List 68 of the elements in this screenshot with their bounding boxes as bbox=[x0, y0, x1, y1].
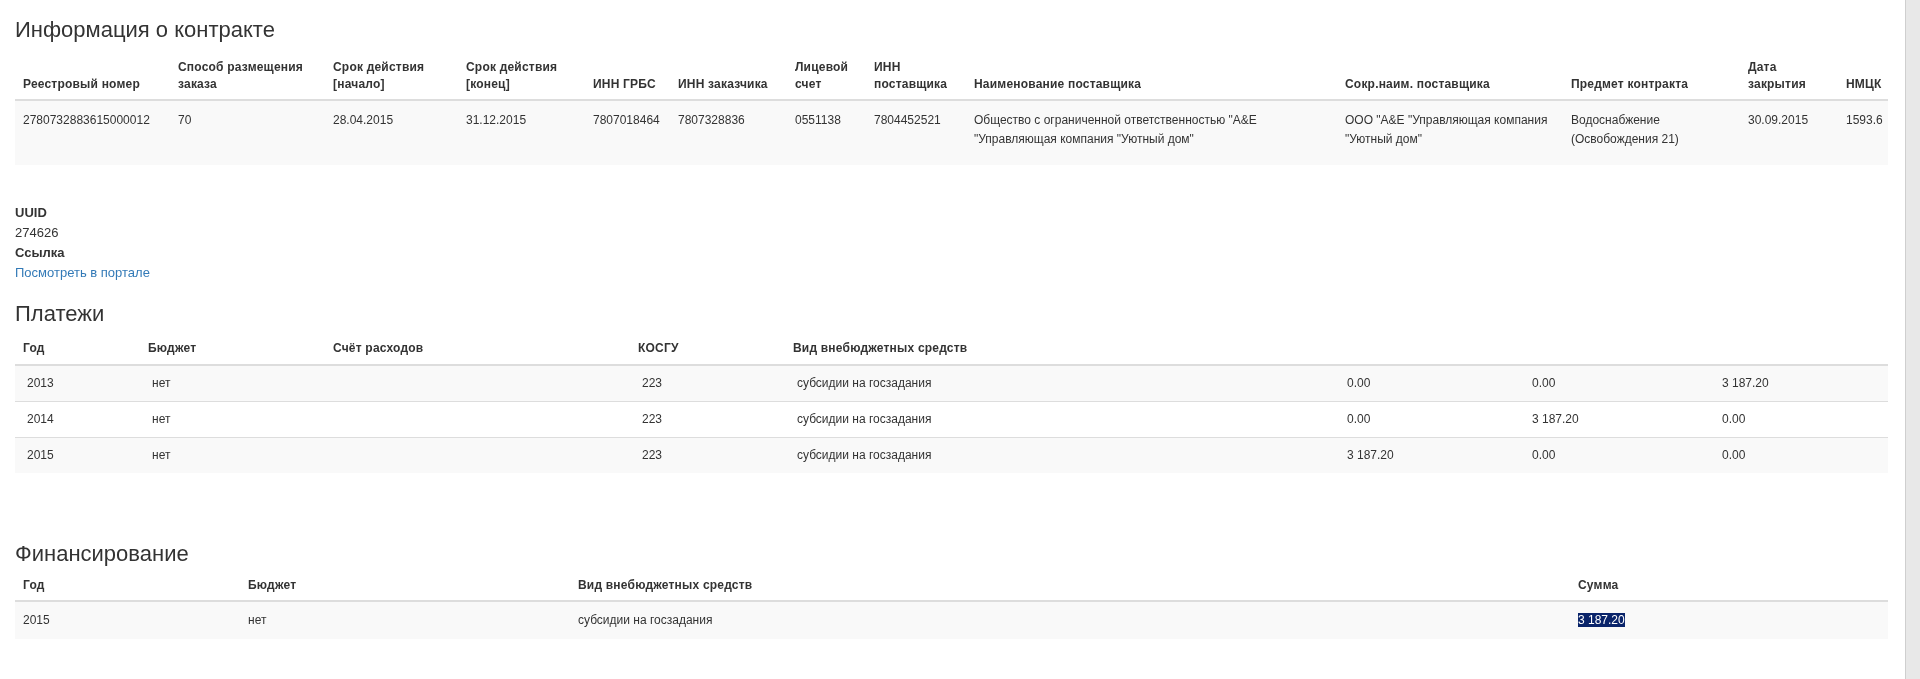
column-header: Дата закрытия bbox=[1748, 60, 1806, 91]
table-cell: нет bbox=[152, 448, 171, 462]
section-title: Финансирование bbox=[15, 541, 189, 567]
table-cell: субсидии на госзадания bbox=[797, 448, 932, 462]
table-cell: 7804452521 bbox=[874, 113, 941, 127]
table-cell: 0551138 bbox=[795, 113, 841, 127]
table-cell: 70 bbox=[178, 113, 192, 127]
table-cell: 7807018464 bbox=[593, 113, 660, 127]
table-cell: 0.00 bbox=[1532, 448, 1556, 462]
table-cell: 0.00 bbox=[1722, 412, 1746, 426]
table-cell: 223 bbox=[642, 448, 663, 462]
table-cell: 0.00 bbox=[1347, 412, 1371, 426]
column-header: Год bbox=[23, 578, 45, 592]
column-header: Сумма bbox=[1578, 578, 1619, 592]
table-cell: Водоснабжение (Освобождения 21) bbox=[1571, 113, 1679, 146]
table-cell: 3 187.20 bbox=[1578, 613, 1625, 627]
table-cell: нет bbox=[152, 376, 171, 390]
column-header: Способ размещения заказа bbox=[178, 60, 304, 91]
column-header: Бюджет bbox=[148, 341, 197, 355]
column-header: Наименование поставщика bbox=[974, 77, 1142, 91]
column-header: Срок действия [конец] bbox=[466, 60, 558, 91]
column-header: Лицевой счет bbox=[795, 60, 849, 91]
table-cell: Общество с ограниченной ответственностью "А&E "Управляющая компания "Уютный дом" bbox=[974, 113, 1257, 146]
table-cell: 3 187.20 bbox=[1347, 448, 1394, 462]
column-header: Срок действия [начало] bbox=[333, 60, 425, 91]
table-cell: 2013 bbox=[27, 376, 54, 390]
section-title: Платежи bbox=[15, 301, 105, 327]
table-cell: 2014 bbox=[27, 412, 54, 426]
column-header: Счёт расходов bbox=[333, 341, 424, 355]
table-cell: 223 bbox=[642, 412, 663, 426]
column-header: ИНН ГРБС bbox=[593, 77, 656, 91]
table-cell: 223 bbox=[642, 376, 663, 390]
section-title: Информация о контракте bbox=[15, 17, 275, 43]
table-cell: 7807328836 bbox=[678, 113, 745, 127]
table-cell: субсидии на госзадания bbox=[578, 613, 713, 627]
table-cell: субсидии на госзадания bbox=[797, 376, 932, 390]
table-cell: 28.04.2015 bbox=[333, 113, 394, 127]
column-header: Сокр.наим. поставщика bbox=[1345, 77, 1490, 91]
table-cell: 0.00 bbox=[1532, 376, 1556, 390]
table-cell: 0.00 bbox=[1347, 376, 1371, 390]
column-header: ИНН заказчика bbox=[678, 77, 768, 91]
table-cell: 31.12.2015 bbox=[466, 113, 527, 127]
field-label: Ссылка bbox=[15, 244, 65, 262]
column-header: Предмет контракта bbox=[1571, 77, 1689, 91]
table-cell: нет bbox=[248, 613, 267, 627]
column-header: КОСГУ bbox=[638, 341, 679, 355]
column-header: НМЦК bbox=[1846, 77, 1882, 91]
column-header: Год bbox=[23, 341, 45, 355]
column-header: Вид внебюджетных средств bbox=[793, 341, 968, 355]
scrollbar[interactable] bbox=[1905, 0, 1920, 679]
table-cell: 30.09.2015 bbox=[1748, 113, 1809, 127]
column-header: Бюджет bbox=[248, 578, 297, 592]
table-cell: 2015 bbox=[27, 448, 54, 462]
column-header: ИНН поставщика bbox=[874, 60, 948, 91]
table-cell: 2780732883615000012 bbox=[23, 113, 150, 127]
table-cell: 3 187.20 bbox=[1722, 376, 1769, 390]
column-header: Реестровый номер bbox=[23, 77, 140, 91]
table-cell: ООО "А&E "Управляющая компания "Уютный дом" bbox=[1345, 113, 1548, 146]
field-value: 274626 bbox=[15, 224, 59, 242]
table-cell: 0.00 bbox=[1722, 448, 1746, 462]
table-cell: 2015 bbox=[23, 613, 50, 627]
table-cell: 3 187.20 bbox=[1532, 412, 1579, 426]
table-cell: 1593.6 bbox=[1846, 113, 1883, 127]
portal-link[interactable]: Посмотреть в портале bbox=[15, 265, 150, 280]
table-cell: нет bbox=[152, 412, 171, 426]
column-header: Вид внебюджетных средств bbox=[578, 578, 753, 592]
field-label: UUID bbox=[15, 204, 47, 222]
table-cell: субсидии на госзадания bbox=[797, 412, 932, 426]
